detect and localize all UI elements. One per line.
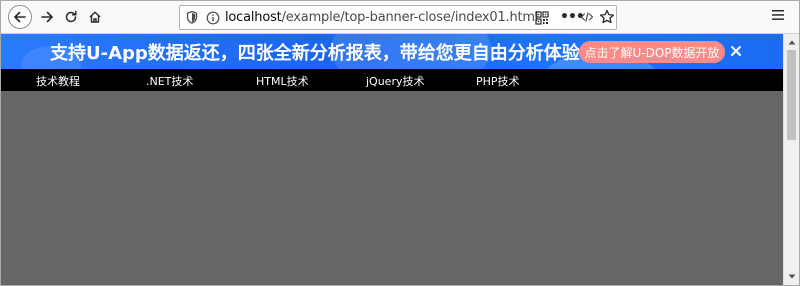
forward-button[interactable]	[36, 6, 58, 28]
browser-toolbar: localhost/example/top-banner-close/index…	[1, 1, 799, 34]
reload-icon	[65, 10, 77, 23]
banner-headline: 支持U-App数据返还，四张全新分析报表，带给您更自由分析体验！	[50, 43, 598, 64]
site-nav: 技术教程 .NET技术 HTML技术 jQuery技术 PHP技术	[1, 69, 783, 91]
nav-item-dotnet[interactable]: .NET技术	[146, 73, 193, 89]
qr-code-icon[interactable]	[535, 11, 549, 25]
star-icon[interactable]	[599, 9, 615, 25]
nav-item-jquery[interactable]: jQuery技术	[366, 73, 425, 89]
reader-icon[interactable]	[580, 10, 594, 24]
home-button[interactable]	[84, 6, 106, 28]
reload-button[interactable]	[60, 6, 82, 28]
back-icon	[14, 11, 26, 23]
nav-item-tutorials[interactable]: 技术教程	[36, 73, 80, 89]
forward-icon	[41, 11, 53, 23]
shield-icon[interactable]	[185, 10, 199, 25]
address-bar[interactable]: localhost/example/top-banner-close/index…	[179, 5, 617, 30]
banner-cta-button[interactable]: 点击了解U-DOP数据开放	[579, 41, 725, 63]
url-path: /example/top-banner-close/index01.html	[281, 10, 539, 25]
url-host: localhost	[225, 10, 282, 25]
home-icon	[89, 11, 101, 23]
nav-item-php[interactable]: PHP技术	[476, 73, 520, 89]
back-button[interactable]	[8, 5, 32, 29]
scroll-down-arrow-icon[interactable]	[788, 274, 796, 280]
close-icon[interactable]	[730, 45, 742, 57]
info-icon[interactable]	[206, 11, 220, 25]
page-viewport: 支持U-App数据返还，四张全新分析报表，带给您更自由分析体验！ 点击了解U-D…	[1, 34, 783, 285]
scroll-up-arrow-icon[interactable]	[788, 39, 796, 45]
nav-item-html[interactable]: HTML技术	[256, 73, 309, 89]
scrollbar-thumb[interactable]	[787, 50, 796, 140]
url-text[interactable]: localhost/example/top-banner-close/index…	[225, 10, 538, 25]
vertical-scrollbar[interactable]	[783, 34, 799, 285]
browser-window: localhost/example/top-banner-close/index…	[0, 0, 800, 286]
menu-icon[interactable]	[771, 8, 785, 22]
top-banner[interactable]: 支持U-App数据返还，四张全新分析报表，带给您更自由分析体验！ 点击了解U-D…	[1, 34, 783, 69]
